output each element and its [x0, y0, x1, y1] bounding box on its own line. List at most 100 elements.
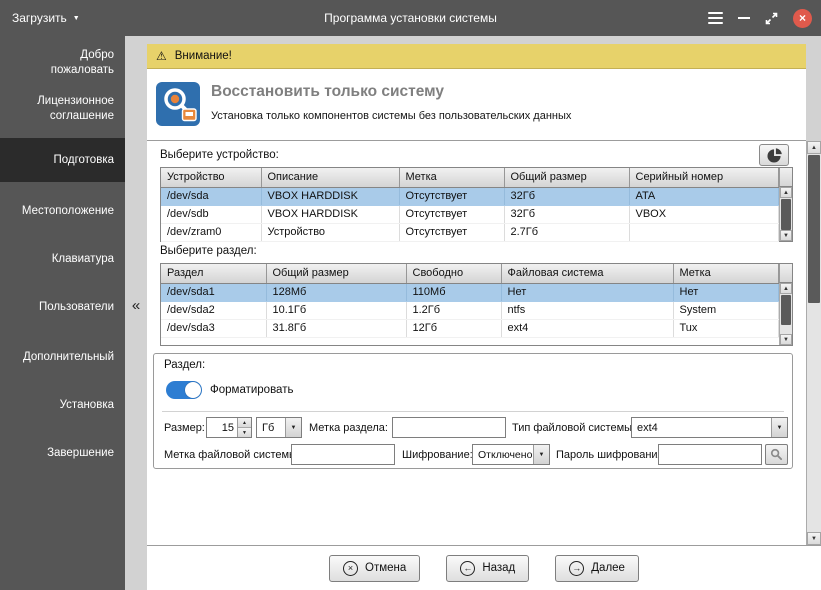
table-row-zram0[interactable]: /dev/zram0 Устройство Отсутствует 2.7Гб	[161, 223, 779, 242]
scrollbar-corner	[779, 264, 792, 283]
column-header[interactable]: Общий размер	[266, 264, 407, 284]
sidebar-step-welcome: Добро пожаловать	[50, 49, 114, 76]
scroll-thumb[interactable]	[781, 295, 791, 325]
column-header[interactable]: Метка	[673, 264, 779, 284]
chevron-down-icon: ▼	[285, 418, 301, 437]
page-subtitle: Установка только компонентов системы без…	[211, 110, 572, 122]
key-magnifier-icon	[770, 448, 783, 461]
device-section-label: Выберите устройство:	[160, 149, 279, 161]
sidebar-step-location: Местоположение	[21, 205, 114, 217]
next-arrow-icon: →	[569, 560, 585, 576]
chevron-down-icon: ▼	[72, 14, 80, 22]
column-header[interactable]: Серийный номер	[629, 168, 779, 188]
password-key-button[interactable]	[765, 444, 788, 465]
sidebar-collapse-button[interactable]: «	[125, 298, 147, 313]
spin-up-icon[interactable]: ▲	[238, 418, 251, 428]
main-scrollbar[interactable]: ▲ ▼	[806, 141, 821, 545]
partition-label-input[interactable]	[392, 417, 506, 438]
table-row-sda1[interactable]: /dev/sda1 128Мб 110Мб Нет Нет	[161, 283, 779, 302]
scroll-up-icon[interactable]: ▲	[780, 283, 792, 294]
scroll-down-icon[interactable]: ▼	[780, 334, 792, 345]
groupbox-title: Раздел:	[164, 359, 206, 371]
sidebar-step-license: Лицензионное соглашение	[37, 95, 114, 122]
content-area: Выберите устройство: Устройство Описание…	[147, 141, 806, 545]
device-table-scrollbar[interactable]: ▲ ▼	[779, 187, 792, 241]
table-row-sda[interactable]: /dev/sda VBOX HARDDISK Отсутствует 32Гб ATA	[161, 187, 779, 206]
partition-chart-button[interactable]	[759, 144, 789, 166]
sidebar-step-preparation: Подготовка	[0, 138, 125, 182]
size-unit-select[interactable]: Гб ▼	[256, 417, 302, 438]
fs-type-label: Тип файловой системы:	[512, 422, 636, 434]
device-table-header: Устройство Описание Метка Общий размер С…	[161, 168, 779, 188]
scroll-up-icon[interactable]: ▲	[780, 187, 792, 198]
cancel-circle-icon: ×	[343, 560, 359, 576]
encryption-label: Шифрование:	[402, 449, 473, 461]
warning-icon: ⚠	[156, 49, 167, 63]
partition-section-label: Выберите раздел:	[160, 245, 257, 257]
minimize-icon[interactable]	[738, 17, 750, 19]
close-icon[interactable]: ×	[793, 8, 812, 28]
table-row-sda3[interactable]: /dev/sda3 31.8Гб 12Гб ext4 Tux	[161, 319, 779, 338]
load-menu-button[interactable]: Загрузить ▼	[0, 0, 92, 36]
sidebar-step-users: Пользователи	[38, 301, 114, 313]
window-title: Программа установки системы	[324, 11, 497, 25]
column-header[interactable]: Описание	[261, 168, 400, 188]
partition-groupbox: Раздел: Форматировать Размер: 15 ▲ ▼ Гб ▼…	[153, 353, 793, 469]
device-table: Устройство Описание Метка Общий размер С…	[160, 167, 793, 242]
fs-label-label: Метка файловой системы:	[164, 449, 301, 461]
scroll-thumb[interactable]	[808, 155, 820, 303]
column-header[interactable]: Устройство	[161, 168, 262, 188]
size-label: Размер:	[164, 422, 205, 434]
column-header[interactable]: Раздел	[161, 264, 267, 284]
scroll-thumb[interactable]	[781, 199, 791, 230]
sidebar-step-finish: Завершение	[47, 447, 114, 459]
load-menu-label: Загрузить	[12, 11, 67, 25]
scroll-down-icon[interactable]: ▼	[807, 532, 821, 545]
column-header[interactable]: Свободно	[406, 264, 502, 284]
fs-type-select[interactable]: ext4 ▼	[631, 417, 788, 438]
partition-table: Раздел Общий размер Свободно Файловая си…	[160, 263, 793, 346]
chevron-down-icon: ▼	[771, 418, 787, 437]
hamburger-menu-icon[interactable]	[708, 12, 723, 24]
sidebar-step-extra: Дополнительный	[22, 351, 114, 363]
window-controls: ×	[708, 0, 812, 36]
format-toggle[interactable]	[166, 381, 202, 399]
format-label: Форматировать	[210, 384, 294, 396]
sidebar-step-keyboard: Клавиатура	[51, 253, 114, 265]
cancel-button[interactable]: × Отмена	[329, 554, 421, 582]
column-header[interactable]: Файловая система	[501, 264, 674, 284]
partition-table-scrollbar[interactable]: ▲ ▼	[779, 283, 792, 345]
warning-banner: ⚠ Внимание!	[147, 44, 806, 69]
size-spinner[interactable]: 15 ▲ ▼	[206, 417, 252, 438]
sidebar: Добро пожаловать Лицензионное соглашение…	[0, 36, 125, 590]
column-header[interactable]: Общий размер	[504, 168, 630, 188]
encryption-select[interactable]: Отключено ▼	[472, 444, 550, 465]
titlebar: Загрузить ▼ Программа установки системы …	[0, 0, 821, 36]
chevron-down-icon: ▼	[533, 445, 549, 464]
back-arrow-icon: ←	[460, 560, 476, 576]
encryption-password-input[interactable]	[658, 444, 762, 465]
sidebar-gutter: «	[125, 36, 147, 590]
page-title: Восстановить только систему	[211, 83, 445, 100]
scroll-down-icon[interactable]: ▼	[780, 230, 792, 241]
spin-down-icon[interactable]: ▼	[238, 428, 251, 437]
restore-system-icon	[156, 82, 200, 126]
scrollbar-corner	[779, 168, 792, 187]
size-value: 15	[221, 421, 234, 434]
sidebar-step-install: Установка	[59, 399, 114, 411]
scroll-up-icon[interactable]: ▲	[807, 141, 821, 154]
divider	[162, 411, 784, 412]
maximize-icon[interactable]	[765, 12, 778, 25]
table-row-sdb[interactable]: /dev/sdb VBOX HARDDISK Отсутствует 32Гб VBOX	[161, 205, 779, 224]
size-unit-value: Гб	[262, 421, 275, 434]
table-row-sda2[interactable]: /dev/sda2 10.1Гб 1.2Гб ntfs System	[161, 301, 779, 320]
encryption-value: Отключено	[478, 448, 533, 461]
column-header[interactable]: Метка	[399, 168, 505, 188]
footer-bar: × Отмена ← Назад → Далее	[147, 545, 821, 590]
page-header: Восстановить только систему Установка то…	[147, 69, 806, 141]
partition-label-label: Метка раздела:	[309, 422, 388, 434]
pie-chart-icon	[766, 147, 782, 163]
next-button[interactable]: → Далее	[555, 554, 639, 582]
fs-label-input[interactable]	[291, 444, 395, 465]
back-button[interactable]: ← Назад	[446, 554, 530, 582]
